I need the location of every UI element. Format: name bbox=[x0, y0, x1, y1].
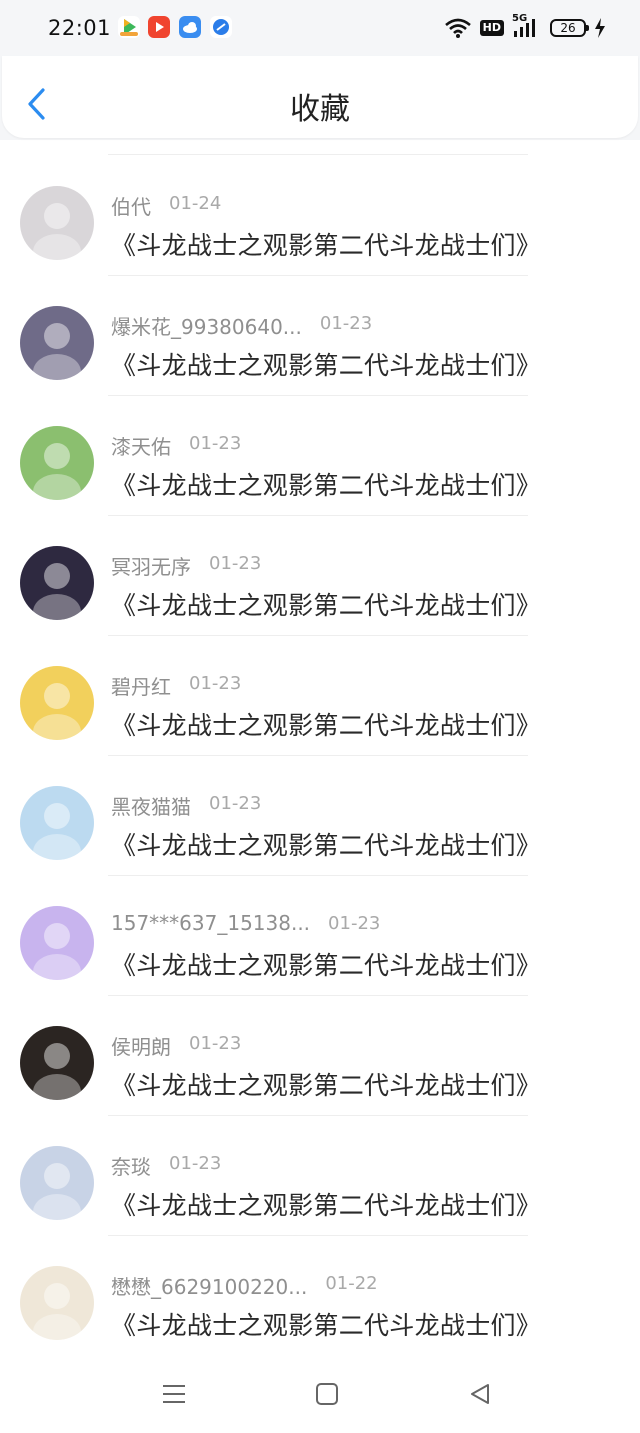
list-item[interactable]: 漆天佑 01-23 《斗龙战士之观影第二代斗龙战士们》 bbox=[0, 396, 640, 516]
list-item[interactable]: 黑夜猫猫 01-23 《斗龙战士之观影第二代斗龙战士们》 bbox=[0, 756, 640, 876]
status-time: 22:01 bbox=[48, 16, 112, 40]
system-icons: HD 5G 26 bbox=[444, 13, 606, 41]
avatar[interactable] bbox=[20, 546, 94, 620]
post-date: 01-23 bbox=[189, 1033, 242, 1054]
avatar[interactable] bbox=[20, 1266, 94, 1340]
post-title: 《斗龙战士之观影第二代斗龙战士们》 bbox=[111, 591, 542, 620]
post-date: 01-23 bbox=[209, 553, 262, 574]
list-item[interactable]: 碧丹红 01-23 《斗龙战士之观影第二代斗龙战士们》 bbox=[0, 636, 640, 756]
menu-button[interactable] bbox=[154, 1379, 194, 1409]
post-title: 《斗龙战士之观影第二代斗龙战士们》 bbox=[111, 1071, 542, 1100]
user-name: 侯明朗 bbox=[111, 1035, 171, 1059]
home-icon bbox=[316, 1383, 338, 1405]
home-button[interactable] bbox=[307, 1379, 347, 1409]
avatar[interactable] bbox=[20, 186, 94, 260]
post-date: 01-23 bbox=[319, 313, 373, 334]
post-title: 《斗龙战士之观影第二代斗龙战士们》 bbox=[111, 1191, 542, 1220]
avatar[interactable] bbox=[20, 426, 94, 500]
post-title: 《斗龙战士之观影第二代斗龙战士们》 bbox=[111, 831, 542, 860]
hd-badge: HD bbox=[479, 20, 504, 36]
page-title: 收藏 bbox=[290, 92, 350, 127]
header: 收藏 bbox=[0, 56, 640, 140]
nav-back-button[interactable] bbox=[460, 1379, 500, 1409]
user-name: 漆天佑 bbox=[111, 435, 171, 459]
post-date: 01-23 bbox=[169, 1153, 222, 1174]
signal-icon: 5G bbox=[512, 13, 542, 39]
cloud-app-icon bbox=[179, 16, 201, 38]
post-title: 《斗龙战士之观影第二代斗龙战士们》 bbox=[111, 471, 542, 500]
charging-icon bbox=[595, 18, 605, 38]
user-name: 黑夜猫猫 bbox=[111, 795, 191, 819]
avatar[interactable] bbox=[20, 666, 94, 740]
back-triangle-icon bbox=[471, 1384, 489, 1404]
avatar[interactable] bbox=[20, 1026, 94, 1100]
post-title: 《斗龙战士之观影第二代斗龙战士们》 bbox=[111, 231, 542, 260]
battery-indicator: 26 bbox=[550, 19, 589, 37]
post-title: 《斗龙战士之观影第二代斗龙战士们》 bbox=[111, 711, 542, 740]
status-bar: 22:01 HD 5G 26 bbox=[0, 0, 640, 56]
post-date: 01-23 bbox=[189, 673, 242, 694]
menu-icon bbox=[163, 1385, 185, 1403]
post-title: 《斗龙战士之观影第二代斗龙战士们》 bbox=[111, 1311, 542, 1340]
video-app-icon bbox=[148, 16, 170, 38]
list-item[interactable]: 懋懋_6629100220... 01-22 《斗龙战士之观影第二代斗龙战士们》 bbox=[0, 1236, 640, 1356]
list-item[interactable]: 爆米花_99380640... 01-23 《斗龙战士之观影第二代斗龙战士们》 bbox=[0, 276, 640, 396]
user-name: 冥羽无序 bbox=[111, 555, 191, 579]
post-date: 01-23 bbox=[209, 793, 262, 814]
post-date: 01-23 bbox=[189, 433, 242, 454]
game-app-icon bbox=[118, 16, 140, 38]
post-date: 01-22 bbox=[325, 1273, 378, 1294]
avatar[interactable] bbox=[20, 1146, 94, 1220]
post-date: 01-23 bbox=[328, 913, 381, 934]
avatar[interactable] bbox=[20, 786, 94, 860]
list-item[interactable]: 157***637_15138... 01-23 《斗龙战士之观影第二代斗龙战士们》 bbox=[0, 876, 640, 996]
list-item[interactable]: 侯明朗 01-23 《斗龙战士之观影第二代斗龙战士们》 bbox=[0, 996, 640, 1116]
post-title: 《斗龙战士之观影第二代斗龙战士们》 bbox=[111, 951, 542, 980]
browser-app-icon bbox=[210, 16, 232, 38]
post-title: 《斗龙战士之观影第二代斗龙战士们》 bbox=[111, 351, 542, 380]
system-nav-bar bbox=[0, 1355, 640, 1433]
user-name: 懋懋_6629100220... bbox=[111, 1275, 308, 1299]
avatar[interactable] bbox=[20, 906, 94, 980]
list-item[interactable]: 冥羽无序 01-23 《斗龙战士之观影第二代斗龙战士们》 bbox=[0, 516, 640, 636]
user-name: 伯代 bbox=[111, 195, 151, 219]
divider bbox=[108, 154, 528, 155]
header-card: 收藏 bbox=[2, 56, 638, 138]
user-name: 爆米花_99380640... bbox=[111, 315, 302, 339]
user-name: 碧丹红 bbox=[111, 675, 171, 699]
user-name: 奈琰 bbox=[111, 1155, 151, 1179]
wifi-icon bbox=[444, 18, 471, 38]
list-item[interactable]: 伯代 01-24 《斗龙战士之观影第二代斗龙战士们》 bbox=[0, 156, 640, 276]
post-date: 01-24 bbox=[169, 193, 222, 214]
user-name: 157***637_15138... bbox=[111, 911, 311, 935]
avatar[interactable] bbox=[20, 306, 94, 380]
list-item[interactable]: 奈琰 01-23 《斗龙战士之观影第二代斗龙战士们》 bbox=[0, 1116, 640, 1236]
